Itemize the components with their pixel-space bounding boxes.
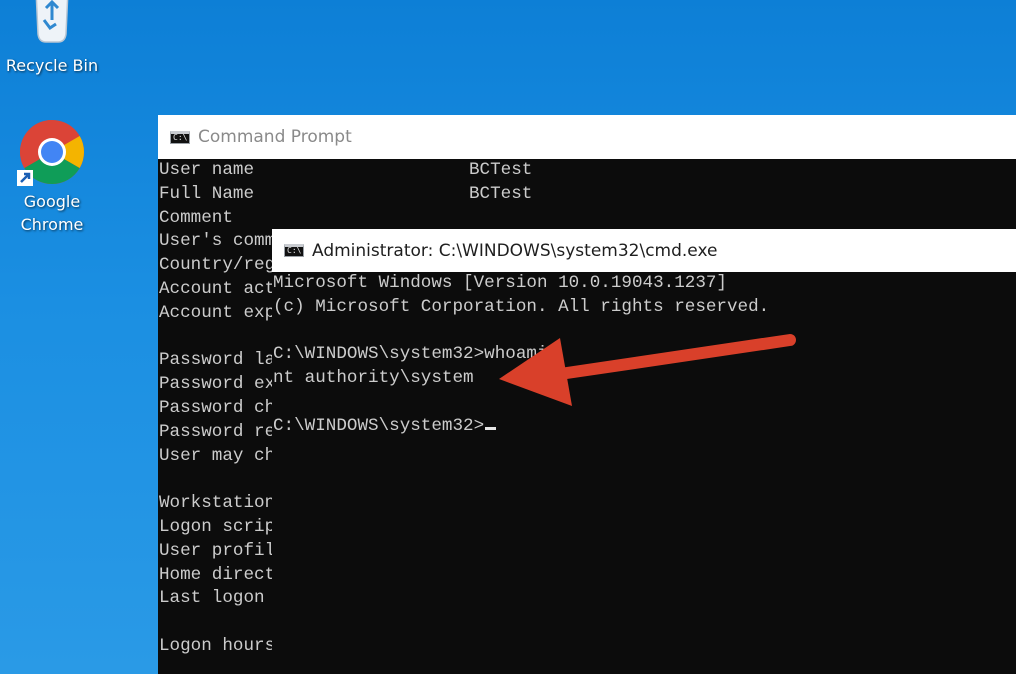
text-cursor [485, 426, 497, 430]
console-line-text: (c) Microsoft Corporation. All rights re… [273, 296, 770, 317]
admin-cmd-title: Administrator: C:\WINDOWS\system32\cmd.e… [312, 240, 718, 261]
cmd-icon: C:\ [170, 130, 190, 144]
recycle-bin-label: Recycle Bin [5, 56, 99, 75]
console-line-value: BCTest [469, 183, 533, 204]
admin-cmd-console[interactable]: Microsoft Windows [Version 10.0.19043.12… [272, 272, 1016, 674]
cmd-icon: C:\ [284, 244, 304, 257]
console-line-text: C:\WINDOWS\system32> [273, 415, 485, 436]
console-line: (c) Microsoft Corporation. All rights re… [273, 296, 1016, 320]
chrome-icon [17, 120, 84, 186]
console-line: Full Name BCTest [159, 183, 1016, 207]
console-line-text: C:\WINDOWS\system32>whoami [273, 344, 548, 365]
command-prompt-titlebar[interactable]: C:\ Command Prompt [158, 115, 1016, 159]
console-line: C:\WINDOWS\system32>whoami [273, 343, 1016, 367]
console-line-value: BCTest [469, 160, 533, 180]
console-line-text: Microsoft Windows [Version 10.0.19043.12… [273, 273, 727, 293]
recycle-bin-icon [35, 0, 69, 43]
console-line: nt authority\system [273, 367, 1016, 391]
console-line-key: User name [159, 160, 255, 180]
command-prompt-line: C:\WINDOWS\system32> [273, 415, 1016, 439]
google-chrome-shortcut[interactable]: Google Chrome [0, 118, 104, 236]
console-line-key: Comment [159, 207, 233, 228]
command-prompt-title: Command Prompt [198, 127, 352, 147]
console-line: Microsoft Windows [Version 10.0.19043.12… [273, 272, 1016, 296]
admin-cmd-titlebar[interactable]: C:\ Administrator: C:\WINDOWS\system32\c… [272, 229, 1016, 272]
console-line-key: Full Name [159, 183, 255, 204]
admin-cmd-window[interactable]: C:\ Administrator: C:\WINDOWS\system32\c… [272, 229, 1016, 674]
recycle-bin-shortcut[interactable]: Recycle Bin [0, 0, 104, 77]
console-line: User name BCTest [159, 159, 1016, 183]
chrome-label-line2: Chrome [20, 215, 84, 234]
desktop: { "desktop": { "background_color": "#1a8… [0, 0, 1016, 674]
console-line: Comment [159, 207, 1016, 231]
console-line-text: nt authority\system [273, 368, 474, 389]
chrome-label-line1: Google [23, 192, 81, 211]
